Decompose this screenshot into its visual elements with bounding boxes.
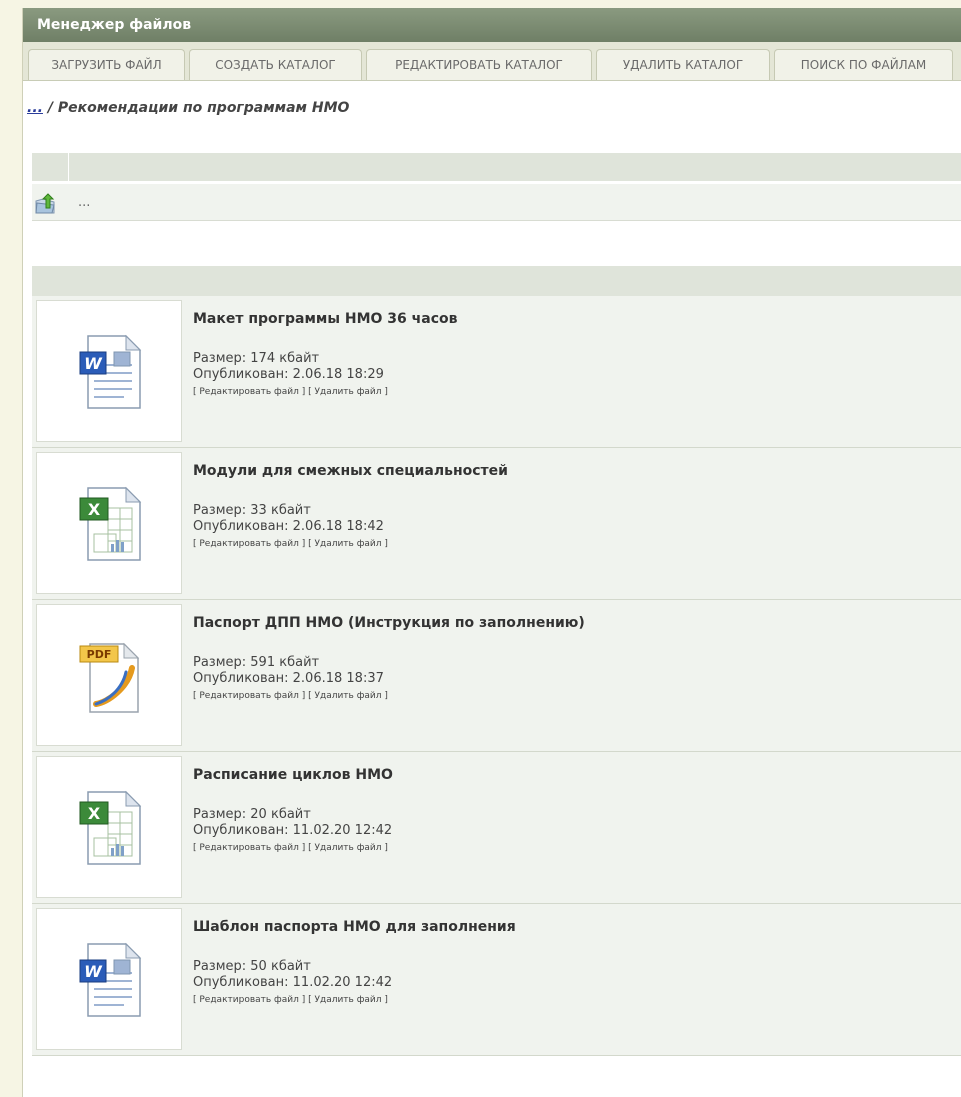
file-row: X Расписание циклов НМО Размер: 20 кбайт…	[32, 752, 961, 904]
file-row: PDF Паспорт ДПП НМО (Инструкция по запол…	[32, 600, 961, 752]
delete-file-link[interactable]: [ Удалить файл ]	[308, 843, 388, 853]
pdf-icon-label: PDF	[87, 648, 112, 661]
window-title: Менеджер файлов	[23, 8, 961, 42]
file-size: Размер: 33 кбайт	[193, 503, 311, 518]
excel-document-icon: X	[79, 790, 142, 865]
file-actions: [ Редактировать файл ] [ Удалить файл ]	[193, 995, 388, 1005]
excel-document-icon: X	[79, 486, 142, 561]
file-row: W Шаблон паспорта НМО для заполнения Раз…	[32, 904, 961, 1056]
delete-file-link[interactable]: [ Удалить файл ]	[308, 691, 388, 701]
edit-folder-tab[interactable]: РЕДАКТИРОВАТЬ КАТАЛОГ	[366, 49, 592, 80]
delete-file-link[interactable]: [ Удалить файл ]	[308, 539, 388, 549]
svg-text:W: W	[84, 354, 103, 373]
file-name[interactable]: Расписание циклов НМО	[193, 767, 393, 783]
word-document-icon: W	[79, 942, 142, 1017]
file-row: W Макет программы НМО 36 часов Размер: 1…	[32, 296, 961, 448]
file-published: Опубликован: 2.06.18 18:42	[193, 519, 384, 534]
file-actions: [ Редактировать файл ] [ Удалить файл ]	[193, 691, 388, 701]
breadcrumb: ... / Рекомендации по программам НМО	[27, 100, 349, 116]
file-row: X Модули для смежных специальностей Разм…	[32, 448, 961, 600]
directory-table-header	[32, 153, 961, 181]
breadcrumb-separator: /	[42, 100, 58, 116]
edit-file-link[interactable]: [ Редактировать файл ]	[193, 539, 305, 549]
edit-file-link[interactable]: [ Редактировать файл ]	[193, 995, 305, 1005]
file-size: Размер: 50 кбайт	[193, 959, 311, 974]
directory-header-icon-cell	[32, 153, 69, 181]
file-published: Опубликован: 2.06.18 18:37	[193, 671, 384, 686]
file-actions: [ Редактировать файл ] [ Удалить файл ]	[193, 843, 388, 853]
delete-file-link[interactable]: [ Удалить файл ]	[308, 387, 388, 397]
file-actions: [ Редактировать файл ] [ Удалить файл ]	[193, 539, 388, 549]
parent-directory-row[interactable]: ...	[32, 183, 961, 221]
file-published: Опубликован: 11.02.20 12:42	[193, 975, 393, 990]
edit-file-link[interactable]: [ Редактировать файл ]	[193, 843, 305, 853]
file-name[interactable]: Макет программы НМО 36 часов	[193, 311, 458, 327]
file-published: Опубликован: 11.02.20 12:42	[193, 823, 393, 838]
word-document-icon: W	[79, 334, 142, 409]
file-published: Опубликован: 2.06.18 18:29	[193, 367, 384, 382]
upload-file-tab[interactable]: ЗАГРУЗИТЬ ФАЙЛ	[28, 49, 185, 80]
delete-folder-tab[interactable]: УДАЛИТЬ КАТАЛОГ	[596, 49, 770, 80]
svg-text:W: W	[84, 962, 103, 981]
svg-text:X: X	[88, 804, 101, 823]
files-table-header	[32, 266, 961, 296]
search-files-tab[interactable]: ПОИСК ПО ФАЙЛАМ	[774, 49, 953, 80]
pdf-document-icon: PDF	[79, 642, 140, 713]
file-name[interactable]: Паспорт ДПП НМО (Инструкция по заполнени…	[193, 615, 585, 631]
file-thumbnail[interactable]: PDF	[36, 604, 182, 746]
file-actions: [ Редактировать файл ] [ Удалить файл ]	[193, 387, 388, 397]
edit-file-link[interactable]: [ Редактировать файл ]	[193, 691, 305, 701]
breadcrumb-current: Рекомендации по программам НМО	[57, 100, 350, 116]
breadcrumb-up-link[interactable]: ...	[27, 100, 43, 116]
file-size: Размер: 591 кбайт	[193, 655, 320, 670]
file-thumbnail[interactable]: W	[36, 908, 182, 1050]
edit-file-link[interactable]: [ Редактировать файл ]	[193, 387, 305, 397]
folder-up-icon[interactable]	[34, 193, 58, 215]
svg-text:X: X	[88, 500, 101, 519]
create-folder-tab[interactable]: СОЗДАТЬ КАТАЛОГ	[189, 49, 362, 80]
file-name[interactable]: Модули для смежных специальностей	[193, 463, 508, 479]
file-thumbnail[interactable]: X	[36, 756, 182, 898]
file-thumbnail[interactable]: X	[36, 452, 182, 594]
file-manager-window: Менеджер файлов ЗАГРУЗИТЬ ФАЙЛ СОЗДАТЬ К…	[22, 8, 961, 1097]
toolbar-tabs: ЗАГРУЗИТЬ ФАЙЛ СОЗДАТЬ КАТАЛОГ РЕДАКТИРО…	[23, 42, 961, 81]
parent-directory-label[interactable]: ...	[78, 195, 90, 210]
file-thumbnail[interactable]: W	[36, 300, 182, 442]
file-name[interactable]: Шаблон паспорта НМО для заполнения	[193, 919, 516, 935]
file-size: Размер: 20 кбайт	[193, 807, 311, 822]
delete-file-link[interactable]: [ Удалить файл ]	[308, 995, 388, 1005]
file-size: Размер: 174 кбайт	[193, 351, 320, 366]
